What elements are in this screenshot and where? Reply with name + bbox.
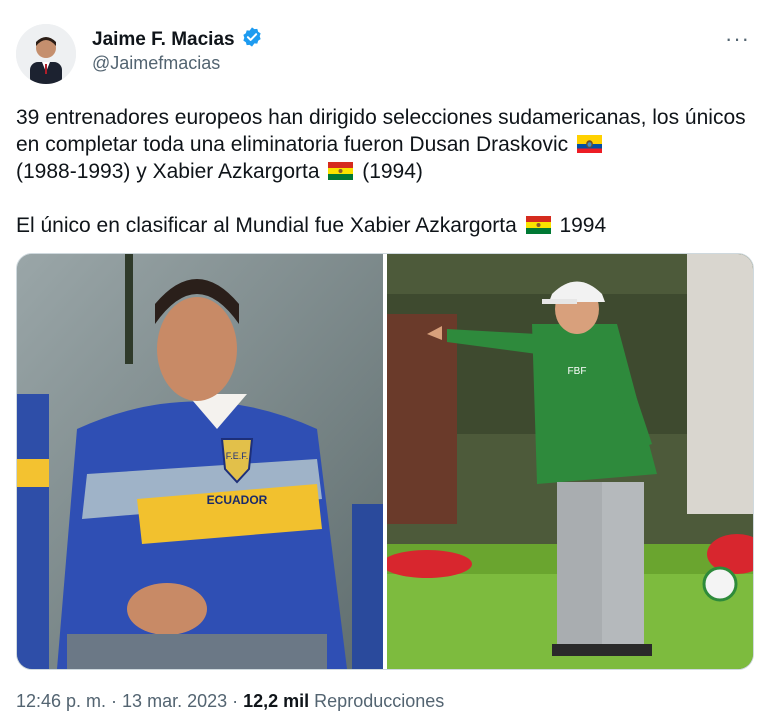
photo-coach-bolivia[interactable]: FBF [387,254,753,669]
verified-badge-icon [241,26,263,53]
bolivia-flag-icon [328,160,354,180]
tweet-text-segment: 1994 [559,214,607,237]
tweet-timestamp[interactable]: 12:46 p. m. · 13 mar. 2023 · [16,691,243,711]
views-count: 12,2 mil [243,691,310,711]
more-options-icon[interactable]: ··· [725,26,750,52]
tweet-text-segment: 39 entrenadores europeos han dirigido se… [16,106,746,156]
bolivia-flag-icon [525,214,551,234]
tweet-meta: 12:46 p. m. · 13 mar. 2023 · 12,2 mil Re… [16,691,444,712]
tweet-text-segment: El único en clasificar al Mundial fue Xa… [16,214,517,237]
author-name[interactable]: Jaime F. Macias [92,29,235,51]
jersey-country-text: ECUADOR [207,493,268,507]
tweet-paragraph-1: 39 entrenadores europeos han dirigido se… [16,104,746,185]
jersey-badge-text: F.E.F. [226,451,249,461]
ecuador-flag-icon [576,133,602,153]
jacket-badge-text: FBF [568,366,587,377]
tweet-media[interactable]: F.E.F. ECUADOR FBF [16,253,754,670]
tweet-text: 39 entrenadores europeos han dirigido se… [16,104,746,239]
photo-coach-ecuador[interactable]: F.E.F. ECUADOR [17,254,383,669]
views-label: Reproducciones [309,691,445,711]
tweet-text-segment: (1994) [362,160,423,183]
author-name-row[interactable]: Jaime F. Macias [92,26,263,53]
tweet-paragraph-2: El único en clasificar al Mundial fue Xa… [16,212,746,239]
author-handle[interactable]: @Jaimefmacias [92,53,220,74]
avatar[interactable] [16,24,76,84]
tweet-text-segment: (1988-1993) y Xabier Azkargorta [16,160,320,183]
